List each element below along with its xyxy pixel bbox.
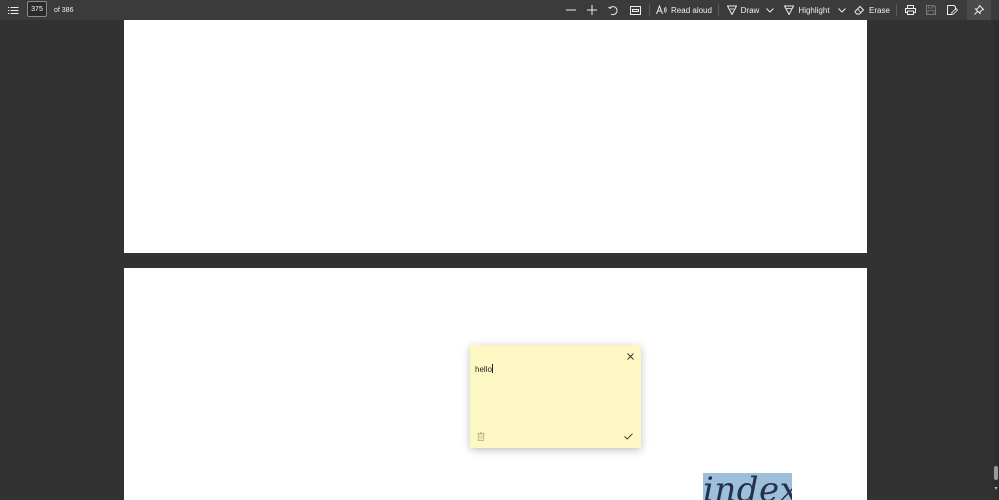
toolbar-divider	[649, 4, 650, 16]
close-note-button[interactable]	[624, 350, 636, 362]
chevron-down-icon	[766, 7, 774, 13]
checkmark-icon	[623, 433, 633, 440]
print-button[interactable]	[902, 0, 918, 20]
note-text-input[interactable]: hello	[475, 364, 494, 374]
erase-label: Erase	[869, 5, 890, 15]
delete-note-button[interactable]	[476, 431, 486, 442]
toolbar-divider	[718, 4, 719, 16]
page-number-input[interactable]: 375	[27, 1, 47, 17]
note-text: hello	[475, 365, 492, 374]
read-aloud-button[interactable]: Read aloud	[656, 0, 712, 20]
plus-icon	[587, 5, 597, 15]
trash-icon	[477, 432, 485, 441]
fit-page-button[interactable]	[627, 0, 643, 20]
rotate-button[interactable]	[605, 0, 621, 20]
draw-pen-icon	[726, 5, 737, 15]
text-highlight[interactable]: index	[703, 473, 792, 500]
eraser-icon	[854, 5, 865, 15]
zoom-in-button[interactable]	[584, 0, 600, 20]
sticky-note[interactable]: hello	[470, 345, 641, 448]
read-aloud-label: Read aloud	[671, 5, 712, 15]
draw-button[interactable]: Draw	[725, 0, 761, 20]
contents-button[interactable]	[5, 0, 21, 20]
toolbar-divider	[896, 4, 897, 16]
page-number: 375	[31, 5, 43, 13]
highlight-label: Highlight	[798, 5, 830, 15]
save-as-button[interactable]	[944, 0, 960, 20]
pin-toolbar-button[interactable]	[967, 0, 991, 20]
draw-label: Draw	[740, 5, 760, 15]
confirm-note-button[interactable]	[622, 431, 634, 442]
save-as-icon	[946, 5, 958, 15]
read-aloud-icon	[656, 5, 667, 15]
rotate-icon	[607, 5, 618, 15]
highlight-button[interactable]: Highlight	[782, 0, 832, 20]
scrollbar-track[interactable]	[993, 20, 999, 500]
highlight-options-dropdown[interactable]	[836, 0, 848, 20]
erase-button[interactable]: Erase	[854, 0, 890, 20]
save-button[interactable]	[923, 0, 939, 20]
page-total: of 386	[54, 6, 74, 14]
chevron-down-icon	[838, 7, 846, 13]
pdf-page	[124, 20, 867, 253]
pin-icon	[974, 5, 984, 15]
highlighter-icon	[784, 5, 795, 15]
highlighted-word: index	[703, 473, 792, 500]
text-caret	[492, 364, 494, 373]
save-icon	[926, 5, 936, 15]
scrollbar-thumb[interactable]	[994, 466, 998, 480]
list-icon	[7, 6, 18, 14]
draw-options-dropdown[interactable]	[764, 0, 776, 20]
printer-icon	[904, 5, 916, 15]
fit-page-icon	[629, 5, 641, 15]
scroll-down-arrow[interactable]: ▾	[993, 486, 999, 492]
zoom-out-button[interactable]	[563, 0, 579, 20]
minus-icon	[566, 9, 576, 11]
toolbar: 375 of 386 Read aloud Draw Highlight Era…	[0, 0, 999, 20]
close-icon	[626, 352, 634, 360]
